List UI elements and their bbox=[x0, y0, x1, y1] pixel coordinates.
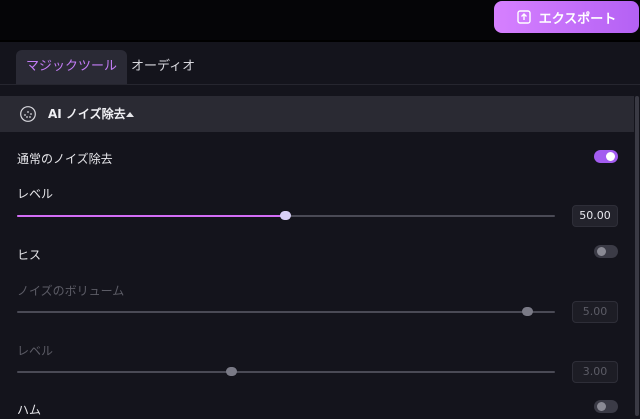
section-header-ai-denoise[interactable]: AI ノイズ除去 bbox=[0, 96, 634, 132]
scrollbar[interactable] bbox=[635, 96, 639, 416]
hiss-volume-value[interactable]: 5.00 bbox=[572, 301, 618, 323]
hiss-level-value[interactable]: 3.00 bbox=[572, 361, 618, 383]
slider-thumb[interactable] bbox=[226, 367, 238, 376]
slider-thumb[interactable] bbox=[522, 307, 534, 316]
tab-bar: マジックツール オーディオ bbox=[0, 42, 640, 85]
normal-denoise-label: 通常のノイズ除去 bbox=[17, 152, 113, 166]
hiss-volume-slider[interactable] bbox=[17, 307, 555, 316]
tab-label: オーディオ bbox=[131, 59, 196, 74]
noise-icon bbox=[20, 106, 36, 122]
tab-magic-tools[interactable]: マジックツール bbox=[16, 50, 128, 84]
properties-panel: マジックツール オーディオ AI ノイズ除去 通常のノイズ除去 レベル 50.0… bbox=[0, 42, 640, 419]
normal-level-value[interactable]: 50.00 bbox=[572, 205, 618, 227]
hum-toggle[interactable] bbox=[594, 400, 618, 413]
normal-denoise-toggle[interactable] bbox=[594, 150, 618, 163]
export-label: エクスポート bbox=[538, 11, 617, 27]
hiss-level-label: レベル bbox=[17, 344, 54, 358]
hum-label: ハム bbox=[17, 403, 42, 417]
upload-icon bbox=[516, 10, 531, 24]
hiss-volume-label: ノイズのボリューム bbox=[17, 284, 125, 298]
hiss-toggle[interactable] bbox=[594, 245, 618, 258]
normal-level-slider[interactable] bbox=[17, 211, 555, 220]
section-title: AI ノイズ除去 bbox=[48, 107, 126, 121]
slider-thumb[interactable] bbox=[280, 211, 291, 220]
toggle-knob bbox=[597, 247, 606, 256]
toggle-knob bbox=[597, 402, 606, 411]
normal-level-label: レベル bbox=[17, 187, 54, 201]
export-button[interactable]: エクスポート bbox=[494, 1, 639, 33]
toggle-knob bbox=[606, 152, 615, 161]
top-bar: エクスポート bbox=[0, 0, 640, 40]
tab-audio[interactable]: オーディオ bbox=[121, 50, 205, 84]
chevron-up-icon[interactable] bbox=[126, 112, 134, 117]
hiss-label: ヒス bbox=[17, 248, 42, 262]
slider-fill bbox=[17, 215, 286, 217]
tab-label: マジックツール bbox=[26, 59, 118, 74]
hiss-level-slider[interactable] bbox=[17, 367, 555, 376]
